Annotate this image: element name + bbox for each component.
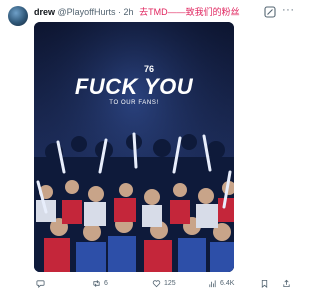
headline-word-2: YOU [143, 74, 194, 99]
bookmark-button[interactable] [260, 279, 269, 288]
repost-button[interactable]: 6 [92, 279, 108, 288]
share-button[interactable] [282, 279, 291, 288]
bookmark-icon [261, 279, 268, 288]
views-count: 6.4K [220, 280, 235, 287]
views-button[interactable]: 6.4K [208, 279, 234, 288]
display-name[interactable]: drew [34, 7, 55, 17]
reply-button[interactable] [36, 279, 48, 288]
image-headline: FUCK YOU [34, 74, 234, 100]
post-time[interactable]: · 2h [118, 7, 134, 17]
post-text: 去TMD——致我们的粉丝 [139, 7, 240, 17]
avatar[interactable] [8, 6, 28, 26]
reply-icon [36, 280, 45, 288]
like-icon [152, 280, 161, 288]
post-header: drew @PlayoffHurts · 2h 去TMD——致我们的粉丝 [34, 7, 240, 18]
user-handle[interactable]: @PlayoffHurts [58, 7, 116, 17]
post-image[interactable]: 76 FUCK YOU TO OUR FANS! [34, 22, 234, 272]
crowd-photo [34, 22, 234, 272]
action-bar: 6 125 6.4K [34, 279, 296, 291]
headline-word-1: FUCK [74, 74, 138, 99]
like-button[interactable]: 125 [152, 279, 176, 288]
like-count: 125 [164, 280, 176, 287]
repost-icon [93, 280, 100, 287]
grok-icon[interactable] [264, 5, 276, 18]
share-icon [283, 279, 290, 288]
repost-count: 6 [104, 280, 108, 287]
image-subtitle: TO OUR FANS! [109, 100, 159, 106]
team-logo: 76 [144, 64, 155, 74]
more-icon[interactable]: ··· [282, 4, 295, 16]
views-icon [209, 280, 216, 288]
